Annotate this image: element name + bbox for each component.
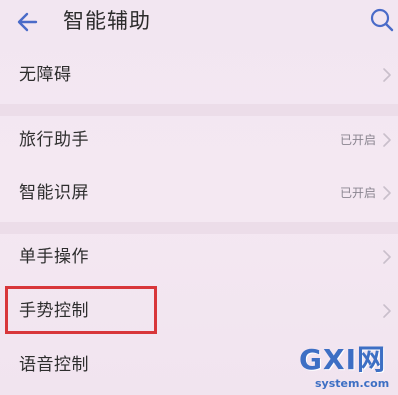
chevron-right-icon (383, 304, 391, 318)
page-title: 智能辅助 (63, 9, 151, 33)
watermark-logo-text: GXI网 (299, 343, 386, 376)
chevron-right-icon (383, 133, 391, 147)
chevron-right-icon (383, 250, 391, 264)
app-bar: 智能辅助 (0, 0, 398, 48)
site-watermark: GXI网 system.com (297, 343, 397, 393)
setting-label: 智能识屏 (19, 183, 89, 203)
setting-row-one-handed-mode[interactable]: 单手操作 (0, 232, 398, 282)
setting-status: 已开启 (339, 133, 376, 147)
setting-label: 旅行助手 (19, 130, 89, 150)
chevron-right-icon (383, 68, 391, 82)
setting-label: 无障碍 (19, 65, 72, 85)
back-button[interactable] (14, 6, 48, 38)
setting-row-smart-screen-recognition[interactable]: 智能识屏 已开启 (0, 168, 398, 218)
search-button[interactable] (368, 5, 398, 37)
setting-status: 已开启 (339, 186, 376, 200)
setting-row-accessibility[interactable]: 无障碍 (0, 50, 398, 100)
setting-label: 语音控制 (19, 355, 89, 375)
settings-screen: 智能辅助 无障碍 旅行助手 已开启 智能识屏 已开启 单手操作 手势控制 语音控… (0, 0, 398, 395)
watermark-domain-text: system.com (315, 377, 390, 390)
chevron-right-icon (383, 186, 391, 200)
setting-label: 单手操作 (19, 247, 89, 267)
back-arrow-icon (17, 12, 38, 32)
highlight-annotation-box (5, 286, 157, 334)
search-icon (370, 8, 394, 32)
setting-row-travel-assistant[interactable]: 旅行助手 已开启 (0, 115, 398, 165)
